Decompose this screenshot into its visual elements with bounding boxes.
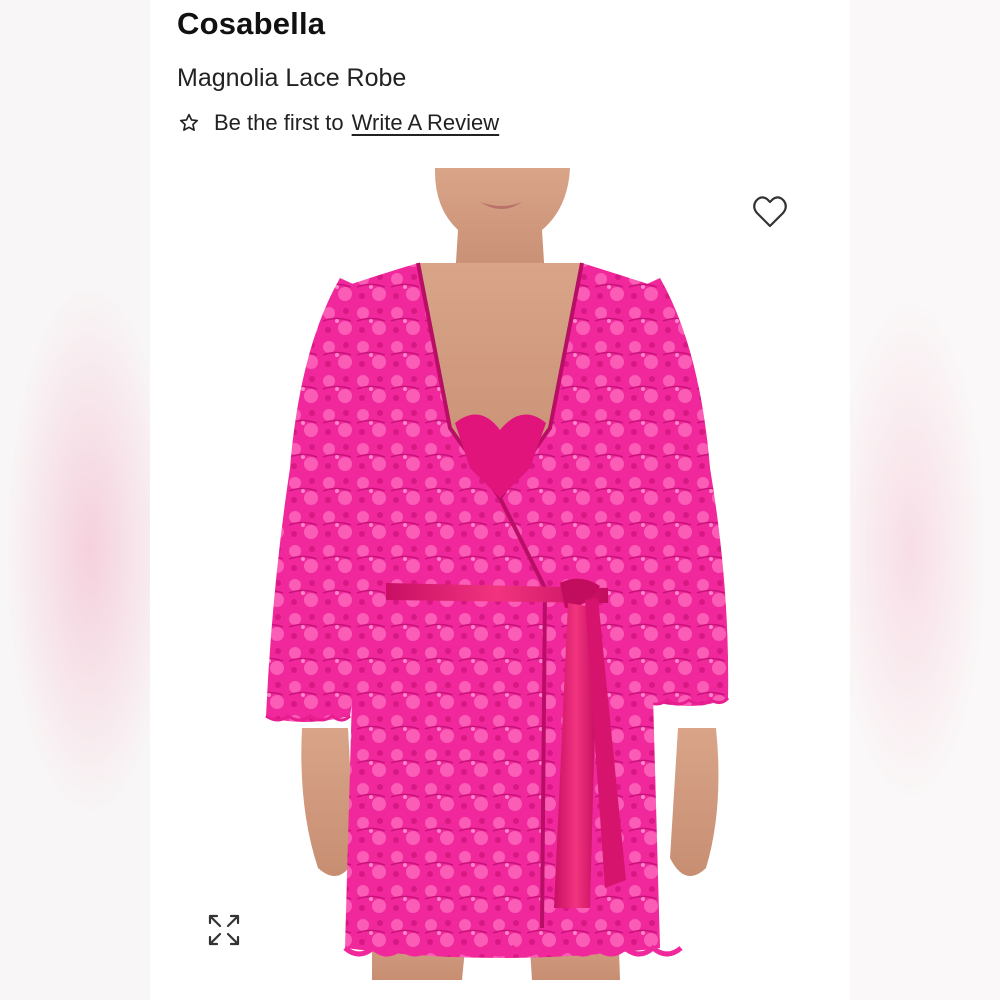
review-prompt: Be the first to Write A Review [178, 110, 499, 136]
star-outline-icon [179, 113, 199, 131]
heart-outline-icon[interactable] [750, 192, 790, 232]
product-image[interactable] [150, 168, 850, 980]
expand-arrows-icon[interactable] [204, 910, 244, 950]
review-prefix-text: Be the first to [214, 110, 344, 135]
robe-illustration [265, 168, 730, 980]
product-title: Magnolia Lace Robe [177, 64, 407, 92]
blurred-background-left [0, 0, 150, 1000]
product-card: Cosabella Magnolia Lace Robe Be the firs… [150, 0, 850, 1000]
brand-name[interactable]: Cosabella [177, 6, 325, 42]
write-review-link[interactable]: Write A Review [352, 110, 500, 136]
blurred-background-right [850, 0, 1000, 1000]
